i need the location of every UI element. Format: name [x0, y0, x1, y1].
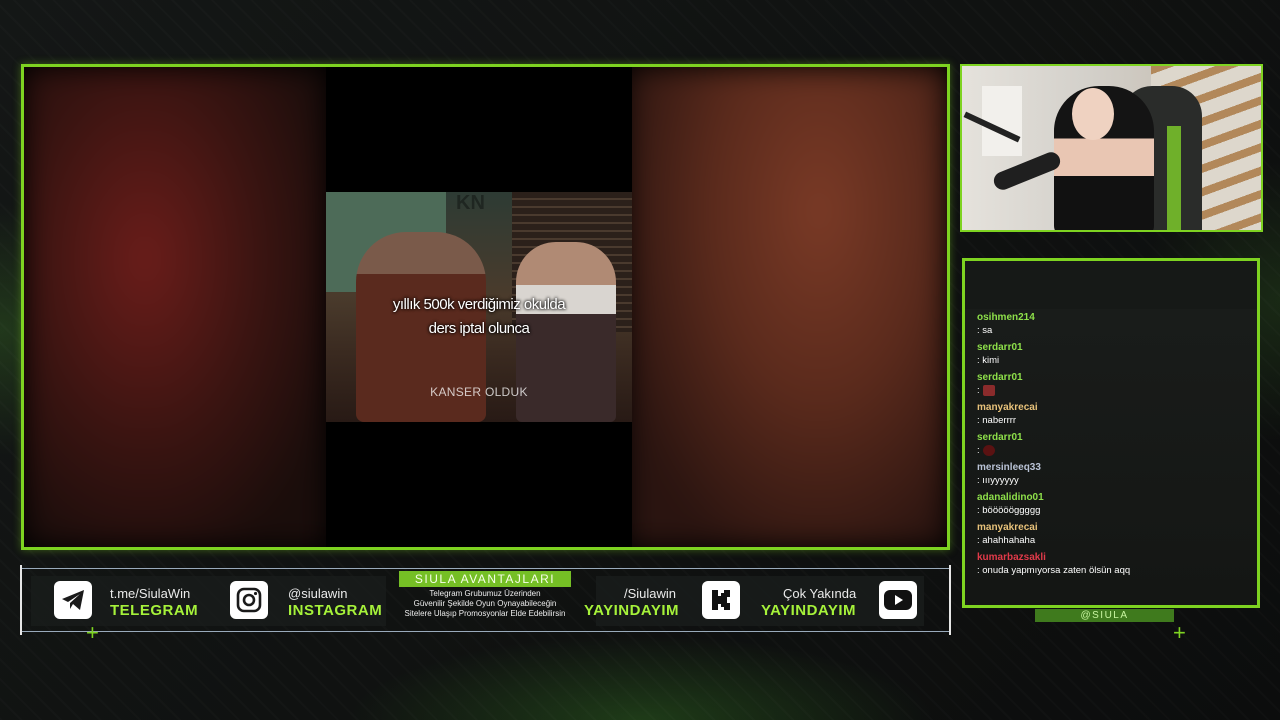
social-bar: t.me/SiulaWin TELEGRAM @siulawin INSTAGR… — [20, 565, 951, 635]
chat-message: adanalidino01: böööööggggg — [977, 491, 1251, 518]
chat-message-text: : böööööggggg — [977, 504, 1251, 518]
chat-message-text: : — [977, 444, 1251, 458]
chat-message-text: : kimi — [977, 354, 1251, 368]
blurred-backdrop-right — [627, 67, 947, 547]
chat-username[interactable]: mersinleeq33 — [977, 461, 1251, 474]
chat-text: : onuda yapmıyorsa zaten ölsün aqq — [977, 565, 1131, 576]
advantages-title: SIULA AVANTAJLARI — [399, 571, 571, 587]
chat-message: serdarr01: kimi — [977, 341, 1251, 368]
chat-text: : naberrrr — [977, 415, 1017, 426]
chat-message: osihmen214: sa — [977, 311, 1251, 338]
instagram-icon[interactable] — [230, 581, 268, 619]
cam-chair-stripe — [1167, 126, 1181, 230]
blurred-backdrop-left — [24, 67, 326, 547]
instagram-handle[interactable]: @siulawin — [288, 586, 347, 601]
streamer-face — [1072, 88, 1114, 140]
chat-message-text: : — [977, 384, 1251, 398]
chat-username[interactable]: serdarr01 — [977, 371, 1251, 384]
telegram-icon[interactable] — [54, 581, 92, 619]
chat-text: : böööööggggg — [977, 505, 1041, 516]
telegram-handle[interactable]: t.me/SiulaWin — [110, 586, 190, 601]
chat-username[interactable]: manyakrecai — [977, 401, 1251, 414]
kick-label[interactable]: YAYINDAYIM — [584, 602, 679, 619]
chat-message: serdarr01: — [977, 371, 1251, 398]
webcam-feed — [960, 64, 1263, 232]
youtube-handle[interactable]: Çok Yakında — [783, 586, 856, 601]
advantages-line: Sitelere Ulaşıp Promosyonlar Elde Edebil… — [404, 609, 566, 618]
emote-icon — [982, 384, 995, 396]
kick-handle[interactable]: /Siulawin — [624, 586, 676, 601]
youtube-label[interactable]: YAYINDAYIM — [761, 602, 856, 619]
advantages-text: Telegram Grubumuz Üzerinden Güvenilir Şe… — [381, 589, 589, 619]
chat-username[interactable]: serdarr01 — [977, 431, 1251, 444]
advantages-line: Telegram Grubumuz Üzerinden — [429, 589, 541, 598]
chat-text: : — [977, 385, 980, 396]
chat-username[interactable]: adanalidino01 — [977, 491, 1251, 504]
plus-decoration: + — [1173, 620, 1186, 645]
chat-message-text: : ıııyyyyyy — [977, 474, 1251, 488]
chat-header — [965, 261, 1257, 309]
chat-message: serdarr01: — [977, 431, 1251, 458]
kick-icon[interactable] — [702, 581, 740, 619]
chat-message-text: : sa — [977, 324, 1251, 338]
chat-message: manyakrecai: naberrrr — [977, 401, 1251, 428]
chat-message: mersinleeq33: ıııyyyyyy — [977, 461, 1251, 488]
chat-message-text: : naberrrr — [977, 414, 1251, 428]
youtube-icon[interactable] — [879, 581, 917, 619]
chat-panel[interactable]: osihmen214: sa serdarr01: kimi serdarr01: m… — [962, 258, 1260, 608]
advantages-line: Güvenilir Şekilde Oyun Oynayabileceğin — [413, 599, 557, 608]
chat-message: kumarbazsakli: onuda yapmıyorsa zaten öl… — [977, 551, 1251, 578]
chat-text: : — [977, 445, 980, 456]
chat-text: : kimi — [977, 355, 1000, 366]
chat-message-text: : ahahhahaha — [977, 534, 1251, 548]
video-caption-line1: yıllık 500k verdiğimiz okulda — [392, 296, 566, 313]
chat-username[interactable]: osihmen214 — [977, 311, 1251, 324]
chat-username[interactable]: manyakrecai — [977, 521, 1251, 534]
vertical-video-clip: KN yıllık 500k verdiğimiz okulda ders ip… — [326, 67, 632, 547]
video-caption-line2: ders iptal olunca — [428, 320, 530, 337]
instagram-label[interactable]: INSTAGRAM — [288, 602, 382, 619]
telegram-label[interactable]: TELEGRAM — [110, 602, 198, 619]
chat-text: : ahahhahaha — [977, 535, 1036, 546]
plus-decoration: + — [86, 620, 99, 645]
chat-text: : sa — [977, 325, 993, 336]
emote-icon — [982, 444, 995, 456]
chat-message: manyakrecai: ahahhahaha — [977, 521, 1251, 548]
chat-message-text: : onuda yapmıyorsa zaten ölsün aqq — [977, 564, 1251, 578]
channel-logo: KN — [456, 192, 485, 214]
video-watermark: KANSER OLDUK — [430, 385, 528, 399]
chat-text: : ıııyyyyyy — [977, 475, 1019, 486]
chat-username[interactable]: kumarbazsakli — [977, 551, 1251, 564]
chat-tag: @SIULA — [1035, 609, 1174, 622]
main-video-player[interactable]: KN yıllık 500k verdiğimiz okulda ders ip… — [21, 64, 950, 550]
chat-username[interactable]: serdarr01 — [977, 341, 1251, 354]
chat-messages[interactable]: osihmen214: sa serdarr01: kimi serdarr01: m… — [977, 311, 1251, 601]
